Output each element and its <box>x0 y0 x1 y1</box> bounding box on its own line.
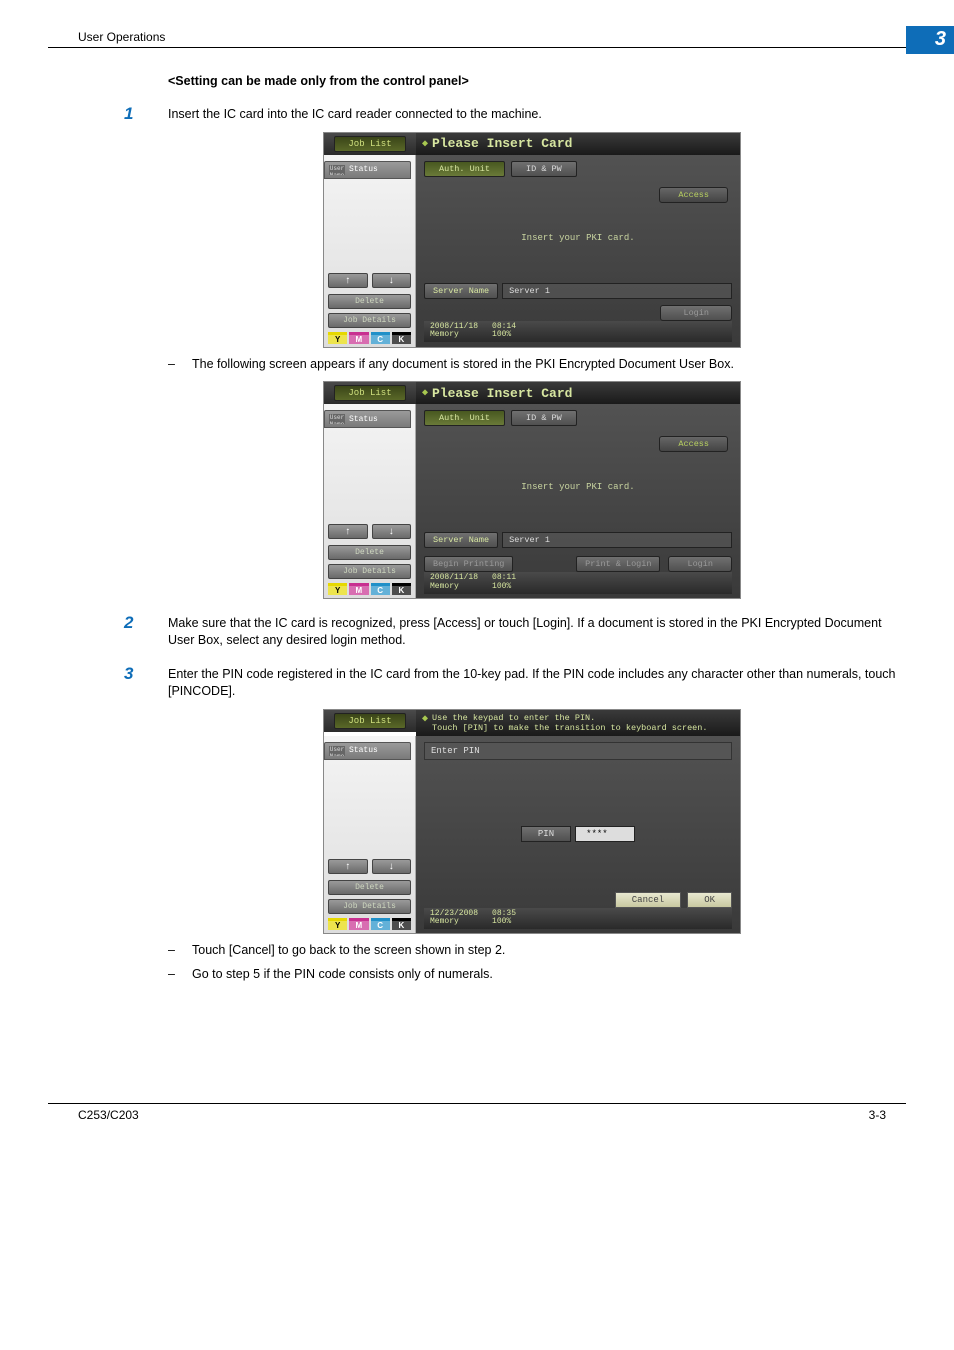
tab-id-pw[interactable]: ID & PW <box>511 410 577 426</box>
status-tab[interactable]: User Name Status <box>324 161 411 179</box>
username-mini: User Name <box>329 414 345 424</box>
chapter-badge: 3 <box>906 26 954 54</box>
instruction-icon: ◆ <box>422 138 428 150</box>
instruction-bar: ◆ Please Insert Card <box>416 382 740 404</box>
status-footer: 2008/11/18Memory 08:14100% <box>424 321 732 343</box>
section-title: User Operations <box>48 30 165 44</box>
instruction-message: Insert your PKI card. <box>424 233 732 243</box>
login-button[interactable]: Login <box>668 556 732 572</box>
server-name-value[interactable]: Server 1 <box>502 532 732 548</box>
job-list-button[interactable]: Job List <box>334 385 406 401</box>
delete-button[interactable]: Delete <box>328 294 411 309</box>
username-mini: User Name <box>329 165 345 175</box>
step-3: 3 Enter the PIN code registered in the I… <box>168 666 896 701</box>
instruction-bar: ◆ Please Insert Card <box>416 133 740 155</box>
step-1-bullet: – The following screen appears if any do… <box>168 356 896 374</box>
scroll-up-button[interactable]: ↑ <box>328 524 368 539</box>
instruction-icon: ◆ <box>422 387 428 399</box>
step-number: 3 <box>124 664 133 684</box>
job-list-button[interactable]: Job List <box>334 136 406 152</box>
instruction-bar: ◆ Use the keypad to enter the PIN. Touch… <box>416 710 740 736</box>
step-text: Enter the PIN code registered in the IC … <box>168 667 895 699</box>
print-and-login-button[interactable]: Print & Login <box>576 556 660 572</box>
step-1: 1 Insert the IC card into the IC card re… <box>168 106 896 124</box>
device-screenshot-2: Job List ◆ Please Insert Card User Name … <box>323 381 741 599</box>
instruction-message: Insert your PKI card. <box>424 482 732 492</box>
footer-model: C253/C203 <box>78 1108 139 1122</box>
login-button[interactable]: Login <box>660 305 732 321</box>
pin-input[interactable]: **** <box>575 826 635 842</box>
enter-pin-panel-label: Enter PIN <box>424 742 732 760</box>
page-footer: C253/C203 3-3 <box>48 1103 906 1122</box>
status-tab[interactable]: User Name Status <box>324 742 411 760</box>
tab-auth-unit[interactable]: Auth. Unit <box>424 410 505 426</box>
username-mini: User Name <box>329 746 345 756</box>
scroll-up-button[interactable]: ↑ <box>328 273 368 288</box>
begin-printing-button[interactable]: Begin Printing <box>424 556 513 572</box>
step-3-bullet-2: – Go to step 5 if the PIN code consists … <box>168 966 896 984</box>
step-2: 2 Make sure that the IC card is recogniz… <box>168 615 896 650</box>
scroll-up-button[interactable]: ↑ <box>328 859 368 874</box>
ok-button[interactable]: OK <box>687 892 732 908</box>
toner-indicators: Y M C K <box>328 583 411 595</box>
job-list-button[interactable]: Job List <box>334 713 406 729</box>
status-tab[interactable]: User Name Status <box>324 410 411 428</box>
tab-id-pw[interactable]: ID & PW <box>511 161 577 177</box>
job-details-button[interactable]: Job Details <box>328 899 411 914</box>
step-number: 2 <box>124 613 133 633</box>
footer-page-number: 3-3 <box>869 1108 886 1122</box>
scroll-down-button[interactable]: ↓ <box>372 273 412 288</box>
toner-indicators: Y M C K <box>328 918 411 930</box>
delete-button[interactable]: Delete <box>328 880 411 895</box>
status-footer: 12/23/2008Memory 08:35100% <box>424 908 732 930</box>
server-name-value[interactable]: Server 1 <box>502 283 732 299</box>
job-details-button[interactable]: Job Details <box>328 313 411 328</box>
step-number: 1 <box>124 104 133 124</box>
cancel-button[interactable]: Cancel <box>615 892 681 908</box>
toner-indicators: Y M C K <box>328 332 411 344</box>
job-details-button[interactable]: Job Details <box>328 564 411 579</box>
status-footer: 2008/11/18Memory 08:11100% <box>424 572 732 594</box>
page-header: User Operations 3 <box>48 30 906 48</box>
server-name-label: Server Name <box>424 283 498 299</box>
subheading: <Setting can be made only from the contr… <box>168 74 896 88</box>
step-text: Insert the IC card into the IC card read… <box>168 107 542 121</box>
scroll-down-button[interactable]: ↓ <box>372 524 412 539</box>
step-text: Make sure that the IC card is recognized… <box>168 616 882 648</box>
device-screenshot-3: Job List ◆ Use the keypad to enter the P… <box>323 709 741 935</box>
tab-auth-unit[interactable]: Auth. Unit <box>424 161 505 177</box>
scroll-down-button[interactable]: ↓ <box>372 859 412 874</box>
delete-button[interactable]: Delete <box>328 545 411 560</box>
access-button[interactable]: Access <box>659 187 728 203</box>
device-screenshot-1: Job List ◆ Please Insert Card User Name … <box>323 132 741 348</box>
access-button[interactable]: Access <box>659 436 728 452</box>
pin-button[interactable]: PIN <box>521 826 571 842</box>
server-name-label: Server Name <box>424 532 498 548</box>
instruction-icon: ◆ <box>422 713 428 725</box>
step-3-bullet-1: – Touch [Cancel] to go back to the scree… <box>168 942 896 960</box>
